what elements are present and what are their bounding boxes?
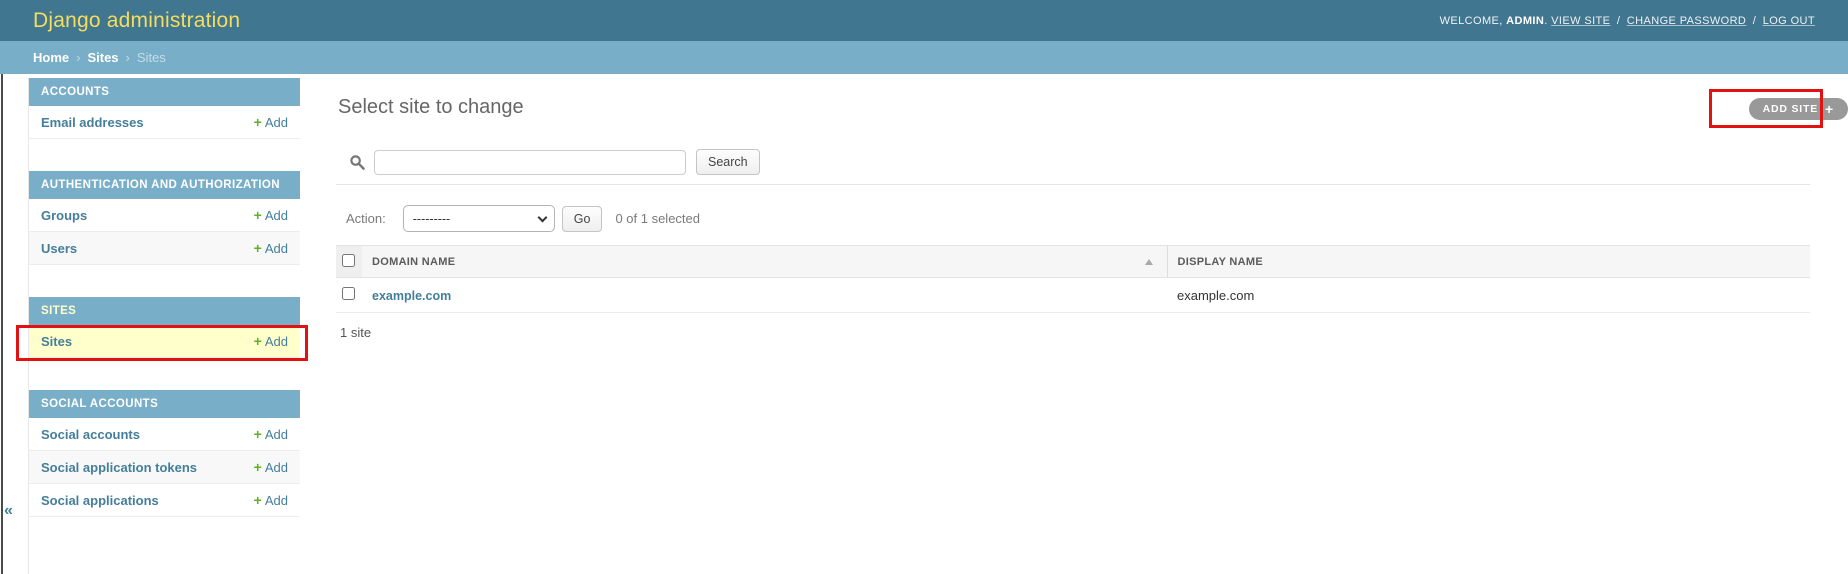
paginator-count: 1 site bbox=[340, 325, 371, 340]
social-applications-link[interactable]: Social applications bbox=[41, 493, 159, 508]
module-sites: SITES Sites +Add bbox=[29, 297, 300, 358]
action-select[interactable]: --------- bbox=[403, 205, 555, 232]
add-site-button[interactable]: ADD SITE + bbox=[1749, 98, 1848, 120]
table-row: example.com example.com bbox=[336, 278, 1810, 313]
add-icon: + bbox=[254, 207, 262, 223]
select-all-checkbox[interactable] bbox=[342, 254, 355, 267]
sort-ascending-icon[interactable] bbox=[1145, 259, 1153, 265]
action-select-wrap: --------- bbox=[403, 205, 555, 232]
users-add-link[interactable]: +Add bbox=[254, 240, 288, 256]
search-button[interactable]: Search bbox=[696, 149, 760, 175]
result-list: DOMAIN NAME DISPLAY NAME example.com exa… bbox=[336, 245, 1810, 313]
add-icon: + bbox=[254, 426, 262, 442]
table-header-row: DOMAIN NAME DISPLAY NAME bbox=[336, 246, 1810, 278]
column-header-display-name[interactable]: DISPLAY NAME bbox=[1167, 246, 1810, 278]
sidebar-item-social-applications[interactable]: Social applications +Add bbox=[29, 484, 300, 517]
display-name-value: example.com bbox=[1177, 288, 1254, 303]
users-link[interactable]: Users bbox=[41, 241, 77, 256]
module-auth-header: AUTHENTICATION AND AUTHORIZATION bbox=[29, 171, 300, 199]
breadcrumb-home-link[interactable]: Home bbox=[33, 50, 69, 65]
social-applications-add-link[interactable]: +Add bbox=[254, 492, 288, 508]
change-password-link[interactable]: CHANGE PASSWORD bbox=[1627, 15, 1746, 27]
welcome-text: WELCOME, bbox=[1440, 15, 1503, 27]
column-header-domain-name[interactable]: DOMAIN NAME bbox=[362, 246, 1167, 278]
email-addresses-add-link[interactable]: +Add bbox=[254, 114, 288, 130]
view-site-link[interactable]: VIEW SITE bbox=[1551, 15, 1610, 27]
module-accounts: ACCOUNTS Email addresses +Add bbox=[29, 78, 300, 139]
sidebar-collapse-icon[interactable]: « bbox=[4, 503, 13, 519]
search-divider bbox=[336, 184, 1810, 185]
action-label: Action: bbox=[346, 211, 386, 226]
groups-add-link[interactable]: +Add bbox=[254, 207, 288, 223]
username: ADMIN bbox=[1506, 15, 1544, 27]
sidebar-item-groups[interactable]: Groups +Add bbox=[29, 199, 300, 232]
site-brand-link[interactable]: Django administration bbox=[33, 9, 240, 33]
sidebar-item-social-application-tokens[interactable]: Social application tokens +Add bbox=[29, 451, 300, 484]
breadcrumb-current: Sites bbox=[137, 50, 166, 65]
domain-name-link[interactable]: example.com bbox=[372, 289, 451, 303]
selection-counter: 0 of 1 selected bbox=[615, 211, 700, 226]
sites-add-link[interactable]: +Add bbox=[254, 333, 288, 349]
row-select-checkbox[interactable] bbox=[342, 287, 355, 300]
object-tools: ADD SITE + bbox=[1749, 98, 1848, 120]
go-button[interactable]: Go bbox=[562, 206, 603, 232]
module-accounts-header: ACCOUNTS bbox=[29, 78, 300, 106]
add-icon: + bbox=[254, 459, 262, 475]
module-auth: AUTHENTICATION AND AUTHORIZATION Groups … bbox=[29, 171, 300, 265]
search-form: Search bbox=[350, 149, 760, 175]
log-out-link[interactable]: LOG OUT bbox=[1763, 15, 1815, 27]
search-icon bbox=[350, 155, 365, 170]
social-accounts-add-link[interactable]: +Add bbox=[254, 426, 288, 442]
sites-link[interactable]: Sites bbox=[41, 334, 72, 349]
breadcrumb-sites-app-link[interactable]: Sites bbox=[87, 50, 118, 65]
sidebar-divider-line bbox=[1, 74, 3, 574]
email-addresses-link[interactable]: Email addresses bbox=[41, 115, 144, 130]
module-sites-header: SITES bbox=[29, 297, 300, 325]
main-content: Select site to change Search Action: ---… bbox=[336, 74, 1810, 574]
social-application-tokens-link[interactable]: Social application tokens bbox=[41, 460, 197, 475]
add-icon: + bbox=[254, 114, 262, 130]
breadcrumb: Home › Sites › Sites bbox=[0, 41, 1848, 74]
sidebar-item-email-addresses[interactable]: Email addresses +Add bbox=[29, 106, 300, 139]
plus-icon: + bbox=[1825, 101, 1834, 117]
sidebar-item-users[interactable]: Users +Add bbox=[29, 232, 300, 265]
module-social-accounts-header: SOCIAL ACCOUNTS bbox=[29, 390, 300, 418]
add-icon: + bbox=[254, 240, 262, 256]
social-accounts-link[interactable]: Social accounts bbox=[41, 427, 140, 442]
add-icon: + bbox=[254, 333, 262, 349]
page-title: Select site to change bbox=[338, 96, 524, 119]
nav-sidebar: ACCOUNTS Email addresses +Add AUTHENTICA… bbox=[28, 78, 300, 549]
social-application-tokens-add-link[interactable]: +Add bbox=[254, 459, 288, 475]
sidebar-item-social-accounts[interactable]: Social accounts +Add bbox=[29, 418, 300, 451]
module-social-accounts: SOCIAL ACCOUNTS Social accounts +Add Soc… bbox=[29, 390, 300, 517]
user-tools: WELCOME, ADMIN. VIEW SITE / CHANGE PASSW… bbox=[1440, 15, 1815, 27]
add-icon: + bbox=[254, 492, 262, 508]
app-header: Django administration WELCOME, ADMIN. VI… bbox=[0, 0, 1848, 41]
actions-bar: Action: --------- Go 0 of 1 selected bbox=[346, 205, 700, 232]
groups-link[interactable]: Groups bbox=[41, 208, 87, 223]
search-input[interactable] bbox=[374, 150, 686, 175]
page-body: « ACCOUNTS Email addresses +Add AUTHENTI… bbox=[0, 74, 1848, 574]
sidebar-item-sites[interactable]: Sites +Add bbox=[29, 325, 300, 358]
